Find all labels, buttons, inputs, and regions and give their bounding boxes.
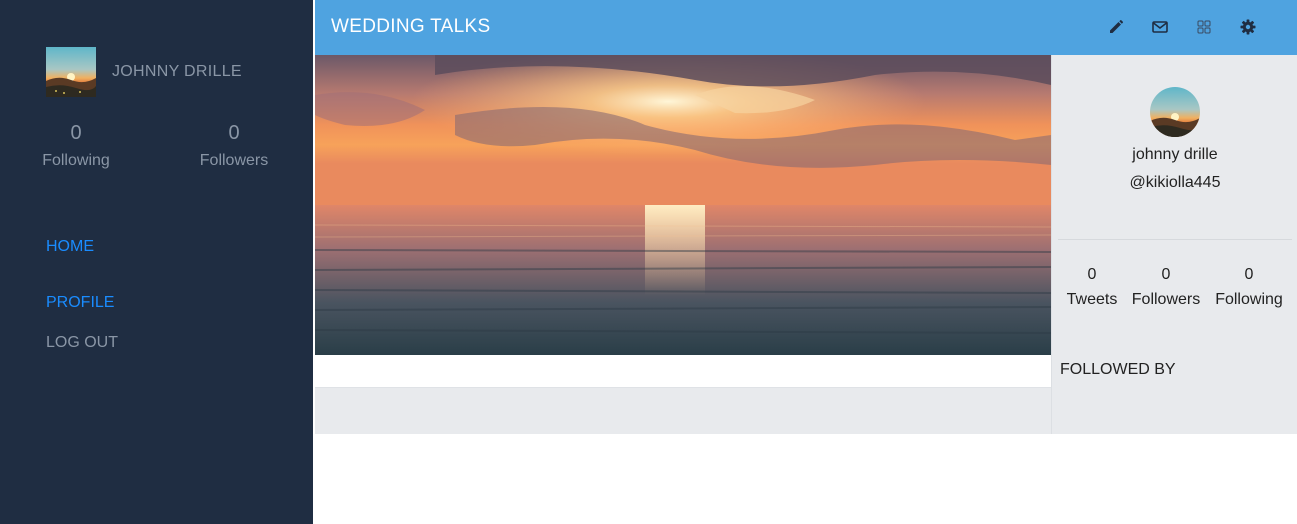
following-label: Following bbox=[42, 152, 110, 169]
gear-icon[interactable] bbox=[1236, 15, 1260, 39]
sidebar: JOHNNY DRILLE 0 Following 0 Followers HO… bbox=[0, 0, 313, 524]
cover-footer-strip bbox=[315, 355, 1051, 387]
profile-followers-label: Followers bbox=[1131, 291, 1201, 308]
profile-following-label: Following bbox=[1215, 291, 1283, 308]
profile-tweets-stat[interactable]: 0 Tweets bbox=[1062, 266, 1122, 309]
tweets-label: Tweets bbox=[1066, 291, 1118, 308]
profile-handle: @kikiolla445 bbox=[1129, 174, 1221, 191]
sidebar-avatar[interactable] bbox=[46, 47, 96, 97]
nav-profile-link[interactable]: PROFILE bbox=[46, 294, 114, 312]
profile-card: johnny drille @kikiolla445 0 Tweets 0 Fo… bbox=[1051, 55, 1297, 434]
cover-photo bbox=[315, 55, 1051, 355]
profile-following-count: 0 bbox=[1244, 266, 1254, 283]
sidebar-following-stat[interactable]: 0 Following bbox=[16, 122, 136, 170]
profile-display-name: johnny drille bbox=[1132, 146, 1218, 163]
profile-followers-count: 0 bbox=[1161, 266, 1171, 283]
sidebar-followers-stat[interactable]: 0 Followers bbox=[174, 122, 294, 170]
followers-count: 0 bbox=[228, 122, 240, 144]
top-bar: WEDDING TALKS bbox=[315, 0, 1297, 55]
app-title: WEDDING TALKS bbox=[331, 16, 491, 37]
profile-avatar[interactable] bbox=[1150, 87, 1200, 137]
nav-logout-link[interactable]: LOG OUT bbox=[46, 334, 118, 352]
tweets-count: 0 bbox=[1087, 266, 1097, 283]
followed-by-heading: FOLLOWED BY bbox=[1060, 361, 1176, 378]
followers-label: Followers bbox=[199, 152, 269, 169]
sidebar-user-name: JOHNNY DRILLE bbox=[112, 63, 242, 80]
sunset-avatar-image bbox=[1150, 87, 1200, 137]
sunset-avatar-image bbox=[46, 47, 96, 97]
pencil-icon[interactable] bbox=[1104, 15, 1128, 39]
ocean-sunset-cover-image bbox=[315, 55, 1051, 355]
following-count: 0 bbox=[70, 122, 82, 144]
profile-divider bbox=[1058, 239, 1292, 240]
nav-home-link[interactable]: HOME bbox=[46, 238, 94, 256]
grid-icon[interactable] bbox=[1192, 15, 1216, 39]
content-tab-strip bbox=[315, 387, 1051, 434]
profile-followers-stat[interactable]: 0 Followers bbox=[1130, 266, 1202, 309]
profile-following-stat[interactable]: 0 Following bbox=[1212, 266, 1286, 309]
envelope-icon[interactable] bbox=[1148, 15, 1172, 39]
